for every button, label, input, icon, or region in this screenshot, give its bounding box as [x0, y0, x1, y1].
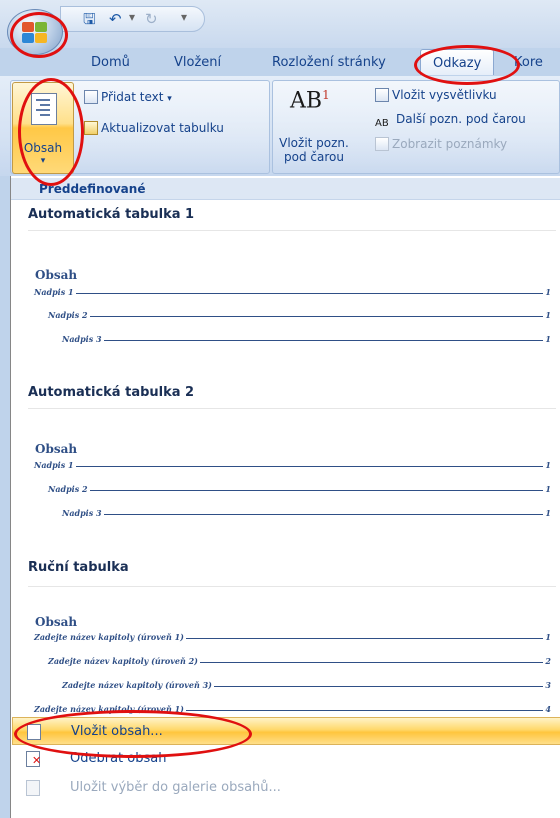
aktualizovat-label: Aktualizovat tabulku	[101, 121, 224, 135]
vlozit-vysvetlivku-button[interactable]: Vložit vysvětlivku	[375, 88, 497, 102]
preview-line: Nadpis 21	[48, 484, 551, 494]
tab-korespondence[interactable]: Kore	[514, 55, 543, 70]
chevron-down-icon: ▾	[167, 94, 172, 104]
ribbon-tabs: Domů Vložení Rozložení stránky Odkazy Ko…	[0, 48, 560, 76]
preview-line: Zadejte název kapitoly (úroveň 2) 2	[48, 656, 551, 666]
preview-title: Obsah	[35, 268, 78, 282]
toc-preview-auto2[interactable]: Obsah Nadpis 11 Nadpis 21 Nadpis 31	[28, 408, 556, 529]
undo-dropdown-icon[interactable]: ▾	[129, 10, 135, 24]
endnote-icon	[375, 88, 389, 102]
save-icon[interactable]: 🖫	[83, 11, 96, 27]
next-footnote-icon: AB	[375, 118, 389, 129]
preview-line: Zadejte název kapitoly (úroveň 1) 4	[34, 704, 551, 714]
add-text-icon	[84, 90, 98, 104]
vlozit-vysvetlivku-label: Vložit vysvětlivku	[392, 88, 497, 102]
show-notes-icon	[375, 137, 389, 151]
gallery-header: Předdefinované	[11, 178, 560, 200]
preview-line: Nadpis 21	[48, 310, 551, 320]
preview-line: Nadpis 11	[34, 460, 551, 470]
vlozit-pozn-line2: pod čarou	[284, 150, 344, 164]
chevron-down-icon: ▾	[40, 156, 46, 166]
section-title-auto2: Automatická tabulka 2	[28, 385, 195, 400]
zobrazit-poznamky-label: Zobrazit poznámky	[392, 137, 508, 151]
odebrat-obsah-label: Odebrat obsah	[70, 751, 167, 766]
obsah-button-label: Obsah	[23, 141, 63, 155]
odebrat-obsah-menu-item[interactable]: ✕ Odebrat obsah	[12, 745, 560, 773]
toc-preview-auto1[interactable]: Obsah Nadpis 11 Nadpis 21 Nadpis 31	[28, 230, 556, 351]
vlozit-pozn-pod-carou-button[interactable]: Vložit pozn. pod čarou	[276, 136, 352, 164]
dalsi-pozn-button[interactable]: AB Další pozn. pod čarou	[375, 112, 526, 132]
obsah-button[interactable]: Obsah ▾	[12, 82, 74, 174]
ulozit-vyber-label: Uložit výběr do galerie obsahů...	[70, 780, 281, 795]
update-table-icon	[84, 121, 98, 135]
office-logo-icon	[22, 22, 48, 44]
document-background	[0, 176, 10, 818]
tab-vlozeni[interactable]: Vložení	[174, 55, 221, 70]
tab-odkazy[interactable]: Odkazy	[420, 49, 495, 75]
toc-gallery-dropdown: Předdefinované Automatická tabulka 1 Obs…	[10, 176, 560, 818]
pridat-text-button[interactable]: Přidat text ▾	[84, 90, 172, 104]
preview-line: Zadejte název kapitoly (úroveň 1) 1	[34, 632, 551, 642]
aktualizovat-tabulku-button[interactable]: Aktualizovat tabulku	[84, 121, 224, 135]
title-bar: 🖫 ↶ ▾ ↻ ▾	[0, 0, 560, 48]
table-of-contents-icon	[31, 93, 57, 125]
save-to-gallery-icon	[26, 780, 40, 796]
preview-title: Obsah	[35, 615, 78, 629]
preview-title: Obsah	[35, 442, 78, 456]
undo-icon[interactable]: ↶	[109, 11, 122, 27]
tab-domu[interactable]: Domů	[91, 55, 130, 70]
preview-line: Zadejte název kapitoly (úroveň 3) 3	[62, 680, 551, 690]
preview-line: Nadpis 31	[62, 508, 551, 518]
dalsi-pozn-label: Další pozn. pod čarou	[396, 112, 526, 126]
preview-line: Nadpis 11	[34, 287, 551, 297]
vlozit-obsah-menu-item[interactable]: Vložit obsah...	[12, 717, 560, 745]
zobrazit-poznamky-button: Zobrazit poznámky	[375, 137, 507, 151]
redo-icon[interactable]: ↻	[145, 11, 158, 27]
vlozit-obsah-label: Vložit obsah...	[71, 724, 163, 739]
section-title-manual: Ruční tabulka	[28, 560, 129, 575]
customize-qat-icon[interactable]: ▾	[181, 10, 187, 24]
vlozit-pozn-line1: Vložit pozn.	[279, 136, 349, 150]
pridat-text-label: Přidat text	[101, 90, 164, 104]
quick-access-toolbar: 🖫 ↶ ▾ ↻ ▾	[60, 6, 205, 32]
footnote-ab-icon: AB1	[290, 88, 330, 114]
ulozit-vyber-menu-item: Uložit výběr do galerie obsahů...	[12, 774, 560, 802]
tab-rozlozeni-stranky[interactable]: Rozložení stránky	[272, 55, 386, 70]
section-title-auto1: Automatická tabulka 1	[28, 207, 195, 222]
preview-line: Nadpis 31	[62, 334, 551, 344]
office-button[interactable]	[7, 9, 63, 55]
insert-toc-icon	[27, 724, 41, 740]
remove-toc-icon: ✕	[26, 751, 41, 767]
